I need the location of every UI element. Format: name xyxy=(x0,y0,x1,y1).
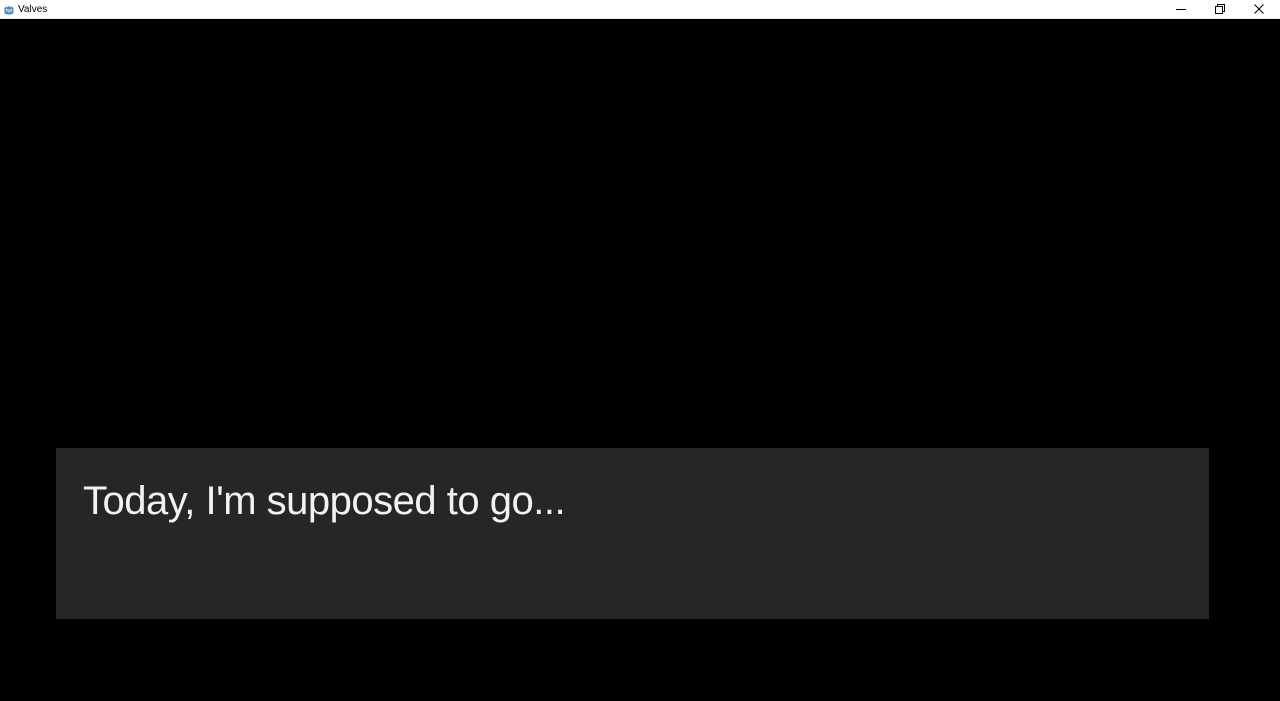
godot-engine-icon xyxy=(3,3,15,15)
game-viewport[interactable]: Today, I'm supposed to go... xyxy=(0,19,1280,701)
close-icon xyxy=(1253,4,1264,14)
window-title: Valves xyxy=(18,4,48,15)
restore-icon xyxy=(1214,4,1225,14)
dialog-text: Today, I'm supposed to go... xyxy=(83,479,566,523)
title-bar[interactable]: Valves xyxy=(0,0,1280,19)
minimize-button[interactable] xyxy=(1161,0,1200,18)
close-button[interactable] xyxy=(1239,0,1278,18)
restore-button[interactable] xyxy=(1200,0,1239,18)
dialog-box[interactable]: Today, I'm supposed to go... xyxy=(56,448,1209,619)
minimize-icon xyxy=(1175,4,1186,14)
game-window: Valves Today, I'm supposed to go... xyxy=(0,0,1280,701)
